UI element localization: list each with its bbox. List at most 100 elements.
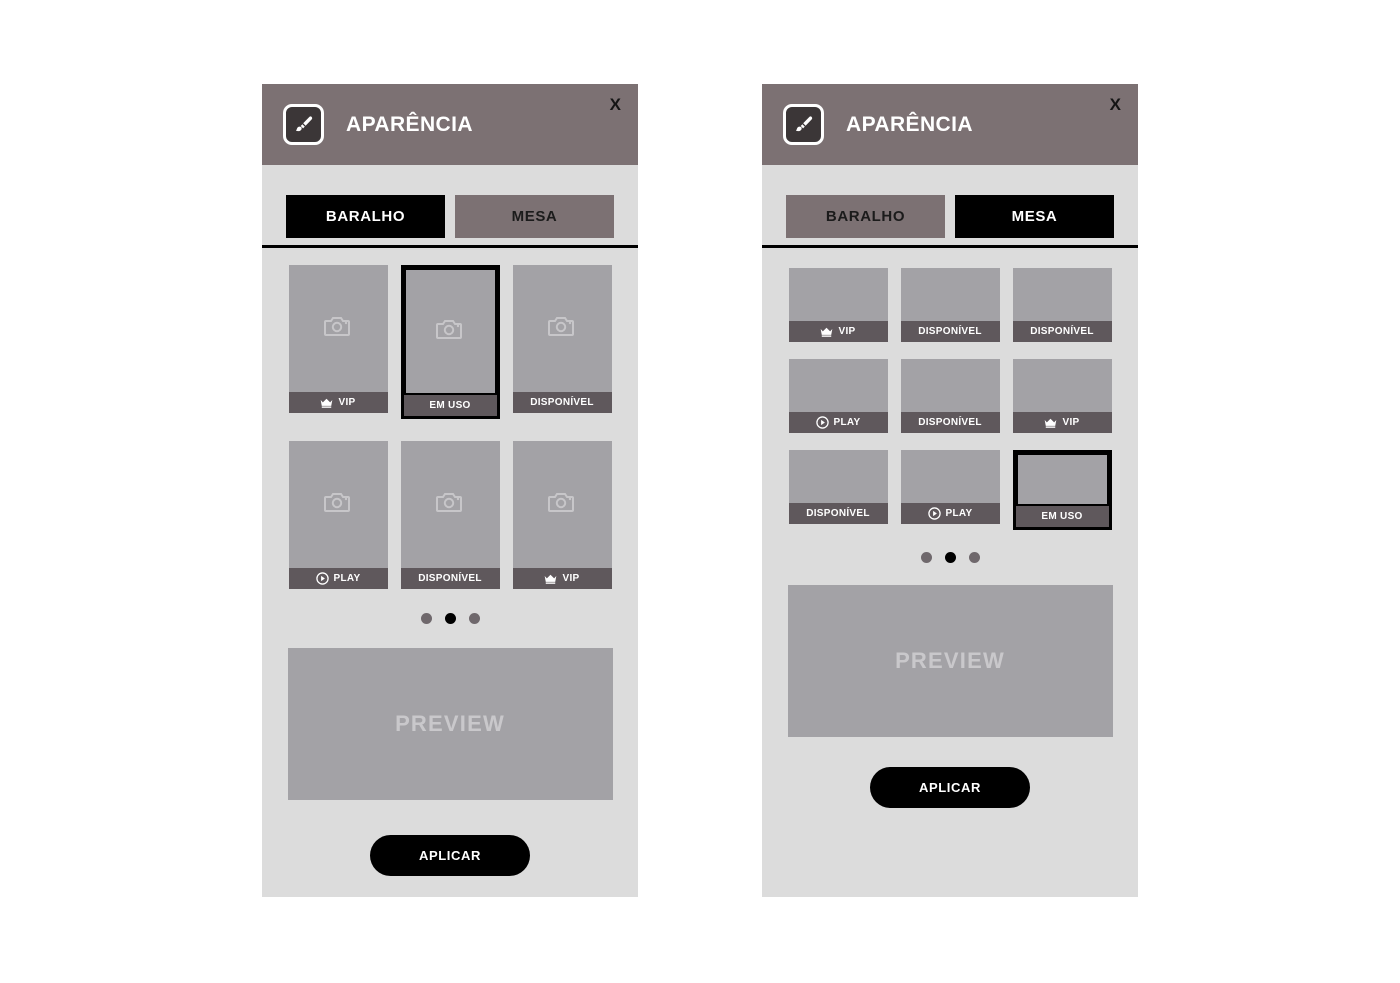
theme-card-status-label: DISPONÍVEL — [806, 508, 870, 519]
tab-mesa[interactable]: MESA — [955, 195, 1114, 238]
theme-card-status-label: DISPONÍVEL — [1030, 326, 1094, 337]
theme-card-thumbnail — [1015, 453, 1109, 506]
theme-card-thumbnail — [512, 441, 612, 568]
preview-area: PREVIEW — [262, 624, 638, 800]
theme-card-thumbnail — [288, 265, 388, 392]
theme-card-status-label: DISPONÍVEL — [918, 326, 982, 337]
apply-area: APLICAR — [262, 800, 638, 876]
theme-card-status-label: PLAY — [945, 508, 973, 519]
preview-box: PREVIEW — [787, 585, 1113, 737]
preview-box: PREVIEW — [287, 648, 613, 800]
crown-icon — [320, 398, 333, 408]
theme-card[interactable]: EM USO — [400, 265, 500, 419]
tab-mesa[interactable]: MESA — [455, 195, 614, 238]
theme-card-thumbnail — [788, 450, 888, 503]
apply-area: APLICAR — [762, 737, 1138, 808]
theme-card-status: VIP — [288, 392, 388, 413]
theme-card-status-label: DISPONÍVEL — [418, 573, 482, 584]
theme-card[interactable]: PLAY — [288, 441, 388, 589]
theme-card-thumbnail — [403, 268, 497, 395]
theme-card-status-label: PLAY — [333, 573, 361, 584]
theme-card-status-label: VIP — [1062, 417, 1080, 428]
play-icon — [927, 507, 941, 520]
dialog-title: APARÊNCIA — [846, 112, 973, 136]
theme-card-status-label: VIP — [562, 573, 580, 584]
theme-card[interactable]: PLAY — [900, 450, 1000, 530]
pagination-dot[interactable] — [420, 613, 432, 624]
tab-underline — [762, 245, 1138, 248]
theme-card-status: DISPONÍVEL — [900, 321, 1000, 342]
pagination-dot[interactable] — [468, 613, 480, 624]
theme-card-status: DISPONÍVEL — [512, 392, 612, 413]
pagination-dots — [762, 530, 1138, 563]
theme-card[interactable]: VIP — [512, 441, 612, 589]
play-icon — [315, 572, 329, 585]
theme-card-status: PLAY — [288, 568, 388, 589]
theme-card-status: VIP — [512, 568, 612, 589]
theme-card-thumbnail — [900, 359, 1000, 412]
theme-card-status: PLAY — [788, 412, 888, 433]
theme-card-thumbnail — [1012, 268, 1112, 321]
camera-icon — [436, 318, 464, 345]
play-icon — [815, 416, 829, 429]
close-button[interactable]: X — [610, 96, 621, 113]
theme-card-thumbnail — [788, 359, 888, 412]
paintbrush-icon — [783, 104, 824, 145]
camera-icon — [548, 491, 576, 518]
theme-card-status-label: EM USO — [429, 400, 471, 411]
camera-icon — [324, 491, 352, 518]
crown-icon — [820, 327, 833, 337]
theme-card[interactable]: DISPONÍVEL — [900, 268, 1000, 342]
crown-icon — [1044, 418, 1057, 428]
theme-card[interactable]: PLAY — [788, 359, 888, 433]
theme-card-thumbnail — [400, 441, 500, 568]
dialog-header: APARÊNCIA X — [262, 84, 638, 165]
camera-icon — [324, 315, 352, 342]
paintbrush-icon — [283, 104, 324, 145]
theme-card-status: EM USO — [403, 395, 497, 416]
tab-baralho[interactable]: BARALHO — [786, 195, 945, 238]
theme-card[interactable]: DISPONÍVEL — [512, 265, 612, 419]
theme-card-status: DISPONÍVEL — [900, 412, 1000, 433]
theme-card[interactable]: VIP — [1012, 359, 1112, 433]
pagination-dot[interactable] — [968, 552, 980, 563]
pagination-dot[interactable] — [920, 552, 932, 563]
tab-bar: BARALHO MESA — [262, 165, 638, 248]
theme-card-status-label: VIP — [338, 397, 356, 408]
theme-card-status-label: EM USO — [1041, 511, 1083, 522]
pagination-dot[interactable] — [944, 552, 956, 563]
tab-baralho[interactable]: BARALHO — [286, 195, 445, 238]
theme-card-thumbnail — [288, 441, 388, 568]
crown-icon — [544, 574, 557, 584]
theme-card-status: EM USO — [1015, 506, 1109, 527]
theme-card-status-label: VIP — [838, 326, 856, 337]
theme-card-status: VIP — [1012, 412, 1112, 433]
theme-card[interactable]: VIP — [788, 268, 888, 342]
theme-card[interactable]: VIP — [288, 265, 388, 419]
apply-button[interactable]: APLICAR — [370, 835, 530, 876]
theme-card-thumbnail — [1012, 359, 1112, 412]
theme-card[interactable]: DISPONÍVEL — [788, 450, 888, 530]
theme-card-thumbnail — [788, 268, 888, 321]
theme-card[interactable]: DISPONÍVEL — [900, 359, 1000, 433]
theme-card-status: PLAY — [900, 503, 1000, 524]
theme-card-status: DISPONÍVEL — [400, 568, 500, 589]
pagination-dot[interactable] — [444, 613, 456, 624]
close-button[interactable]: X — [1110, 96, 1121, 113]
theme-card-thumbnail — [900, 268, 1000, 321]
theme-card-status: DISPONÍVEL — [1012, 321, 1112, 342]
preview-area: PREVIEW — [762, 563, 1138, 737]
theme-card-status-label: PLAY — [833, 417, 861, 428]
theme-card[interactable]: DISPONÍVEL — [400, 441, 500, 589]
theme-card[interactable]: DISPONÍVEL — [1012, 268, 1112, 342]
apply-button[interactable]: APLICAR — [870, 767, 1030, 808]
dialog-header: APARÊNCIA X — [762, 84, 1138, 165]
theme-card-thumbnail — [900, 450, 1000, 503]
pagination-dots — [262, 589, 638, 624]
theme-card-status: DISPONÍVEL — [788, 503, 888, 524]
tab-bar: BARALHO MESA — [762, 165, 1138, 248]
theme-card[interactable]: EM USO — [1012, 450, 1112, 530]
theme-card-grid: VIP EM USO DISPONÍVEL PLAY DISPONÍVEL VIP — [262, 248, 638, 589]
theme-card-status: VIP — [788, 321, 888, 342]
tab-underline — [262, 245, 638, 248]
